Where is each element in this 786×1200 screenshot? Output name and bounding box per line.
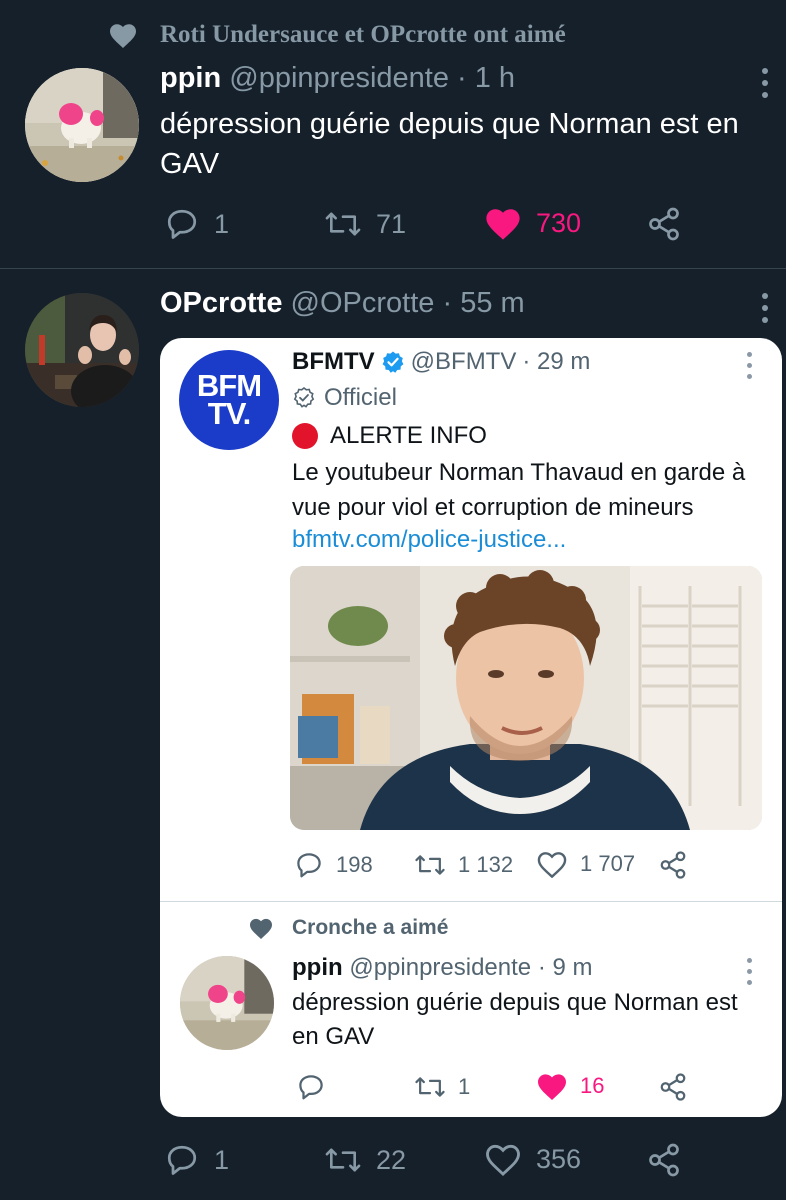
retweet-button[interactable]: 22	[324, 1142, 406, 1178]
like-count: 16	[580, 1073, 605, 1098]
divider	[160, 901, 782, 902]
timestamp[interactable]: · 9 m	[538, 954, 593, 981]
nested-reply-button[interactable]	[296, 1072, 326, 1102]
nested-tweet-header: ppin @ppinpresidente · 9 m	[292, 954, 593, 982]
heart-icon	[108, 22, 138, 48]
reply-icon	[164, 206, 200, 242]
author-handle[interactable]: @ppinpresidente	[349, 954, 531, 981]
bfmtv-logo[interactable]: BFM TV.	[179, 350, 279, 450]
share-button[interactable]	[646, 1142, 682, 1178]
reply-button[interactable]: 1	[164, 206, 229, 242]
author-handle[interactable]: @BFMTV	[411, 348, 517, 376]
heart-icon	[536, 1072, 568, 1100]
author-handle[interactable]: @ppinpresidente	[229, 62, 449, 94]
official-badge-icon	[292, 386, 316, 410]
timestamp[interactable]: · 55 m	[442, 287, 524, 319]
retweet-count: 1 132	[458, 852, 514, 877]
nested-share-button[interactable]	[658, 1072, 688, 1102]
timestamp[interactable]: · 29 m	[522, 348, 590, 376]
verified-badge-icon	[381, 350, 405, 374]
nested-tweet-text: dépression guérie depuis que Norman est …	[292, 989, 738, 1050]
retweet-icon	[414, 1072, 446, 1102]
share-icon	[646, 206, 682, 242]
reply-icon	[164, 1142, 200, 1178]
timestamp[interactable]: · 1 h	[457, 62, 515, 94]
nested-retweet-button[interactable]: 1	[414, 1072, 470, 1102]
reply-icon	[296, 1072, 326, 1102]
red-circle-icon	[292, 423, 318, 449]
reply-count: 198	[336, 852, 373, 877]
divider	[0, 268, 786, 269]
quoted-tweet-card[interactable]: BFM TV. BFMTV @BFMTV · 29 m Officiel ALE…	[160, 338, 782, 1117]
more-icon[interactable]	[760, 291, 770, 323]
social-context-label: Roti Undersauce et OPcrotte ont aimé	[160, 21, 566, 48]
more-icon[interactable]	[744, 956, 754, 985]
reply-count: 1	[214, 208, 230, 239]
more-icon[interactable]	[744, 350, 754, 379]
nested-social-context[interactable]: Cronche a aimé	[248, 916, 448, 940]
author-name[interactable]: ppin	[160, 62, 221, 94]
share-icon	[658, 850, 688, 880]
reply-icon	[294, 850, 324, 880]
article-link[interactable]: bfmtv.com/police-justice...	[292, 526, 566, 554]
quote-retweet-button[interactable]: 1 132	[414, 850, 513, 880]
retweet-icon	[324, 206, 362, 242]
like-count: 730	[536, 207, 582, 238]
alert-line: ALERTE INFO	[292, 422, 487, 450]
share-icon	[658, 1072, 688, 1102]
like-button[interactable]: 730	[484, 206, 581, 240]
tweet-text: dépression guérie depuis que Norman est …	[160, 108, 739, 180]
author-name[interactable]: OPcrotte	[160, 287, 282, 319]
official-text: Officiel	[324, 384, 397, 411]
author-name[interactable]: ppin	[292, 954, 343, 981]
quote-share-button[interactable]	[658, 850, 688, 880]
retweet-icon	[414, 850, 446, 880]
retweet-count: 22	[376, 1144, 407, 1175]
social-context[interactable]: Roti Undersauce et OPcrotte ont aimé	[108, 18, 566, 52]
social-context-label: Cronche a aimé	[292, 916, 449, 939]
tweet-header: ppin @ppinpresidente · 1 h	[160, 62, 515, 95]
tweet-header: OPcrotte @OPcrotte · 55 m	[160, 287, 525, 320]
share-icon	[646, 1142, 682, 1178]
like-count: 1 707	[580, 851, 636, 876]
like-button[interactable]: 356	[484, 1142, 581, 1176]
heart-icon	[248, 917, 274, 939]
retweet-icon	[324, 1142, 362, 1178]
official-label: Officiel	[292, 384, 397, 412]
media-image[interactable]	[290, 566, 762, 830]
logo-line2: TV.	[207, 396, 251, 431]
quote-reply-button[interactable]: 198	[294, 850, 373, 880]
heart-outline-icon	[536, 850, 568, 878]
retweet-count: 71	[376, 208, 407, 239]
quote-like-button[interactable]: 1 707	[536, 850, 635, 878]
retweet-button[interactable]: 71	[324, 206, 406, 242]
quoted-tweet-text: Le youtubeur Norman Thavaud en garde à v…	[292, 459, 746, 521]
quoted-tweet-header: BFMTV @BFMTV · 29 m	[292, 348, 590, 376]
avatar[interactable]	[25, 293, 139, 407]
reply-button[interactable]: 1	[164, 1142, 229, 1178]
more-icon[interactable]	[760, 66, 770, 98]
reply-count: 1	[214, 1144, 230, 1175]
retweet-count: 1	[458, 1074, 471, 1099]
nested-like-button[interactable]: 16	[536, 1072, 604, 1100]
like-count: 356	[536, 1143, 582, 1174]
alert-text: ALERTE INFO	[330, 422, 487, 449]
avatar[interactable]	[180, 956, 274, 1050]
author-handle[interactable]: @OPcrotte	[291, 287, 435, 319]
heart-icon	[484, 206, 522, 240]
author-name[interactable]: BFMTV	[292, 348, 375, 376]
share-button[interactable]	[646, 206, 682, 242]
avatar[interactable]	[25, 68, 139, 182]
heart-outline-icon	[484, 1142, 522, 1176]
